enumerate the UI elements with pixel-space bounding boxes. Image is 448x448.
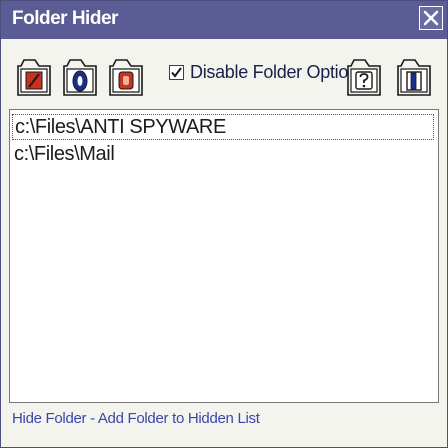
exit-door-icon <box>397 59 431 96</box>
list-item[interactable]: c:\Files\ANTI SPYWARE <box>12 114 434 140</box>
toolbar: Disable Folder Option <box>1 39 447 109</box>
status-bar-text: Hide Folder - Add Folder to Hidden List <box>12 410 260 427</box>
unhide-folder-button[interactable] <box>61 57 99 97</box>
window-title: Folder Hider <box>12 8 118 29</box>
disable-folder-label: Disable Folder Option <box>190 62 358 82</box>
help-button[interactable] <box>345 57 383 97</box>
lock-folder-icon <box>109 59 143 96</box>
disable-folder-checkbox[interactable] <box>169 65 184 80</box>
hide-folder-button[interactable] <box>15 57 53 97</box>
close-button[interactable] <box>419 6 443 30</box>
lock-folder-button[interactable] <box>107 57 145 97</box>
checkmark-icon <box>171 67 182 78</box>
folder-hider-window: Folder Hider Disable Folder Option c:\Fi… <box>0 0 448 448</box>
unhide-folder-icon <box>63 59 97 96</box>
hide-folder-icon <box>17 59 51 96</box>
exit-button[interactable] <box>395 57 433 97</box>
title-bar[interactable]: Folder Hider <box>1 1 447 39</box>
help-folder-icon <box>347 59 381 96</box>
hidden-folder-list[interactable]: c:\Files\ANTI SPYWARE c:\Files\Mail <box>9 109 439 403</box>
list-item[interactable]: c:\Files\Mail <box>12 142 434 168</box>
close-icon <box>423 10 439 26</box>
